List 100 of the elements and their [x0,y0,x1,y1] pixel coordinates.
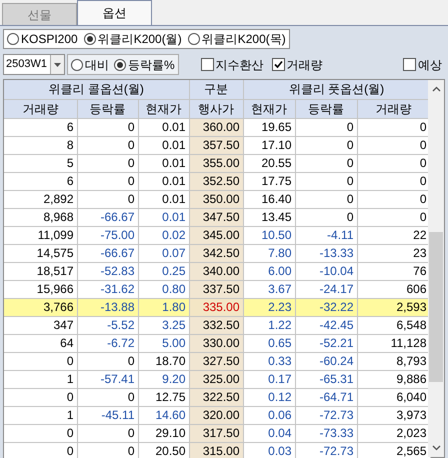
table-cell: 0.80 [138,280,190,298]
table-row[interactable]: 6 0 0.01 352.50 17.75 0 0 [4,172,430,190]
table-cell: 3,766 [4,298,77,316]
table-cell: -52.21 [295,334,358,352]
table-row[interactable]: 0 0 12.75 322.50 0.12 -64.71 6,040 [4,388,430,406]
table-cell: -42.45 [295,316,358,334]
table-cell: 6 [4,118,77,136]
table-cell: 0 [77,118,138,136]
table-cell: -52.83 [77,262,138,280]
table-cell: -31.62 [77,280,138,298]
table-row[interactable]: 18,517 -52.83 0.25 340.00 6.00 -10.04 76 [4,262,430,280]
table-cell: 0 [295,208,358,226]
table-row[interactable]: 5 0 0.01 355.00 20.55 0 0 [4,154,430,172]
checkbox-option[interactable]: 거래량 [272,56,323,74]
table-cell: 345.00 [189,226,244,244]
table-cell: 0 [77,172,138,190]
column-header: 등락률 [77,99,138,118]
table-cell: 327.50 [189,352,244,370]
radio-option[interactable]: KOSPI200 [7,30,78,48]
table-cell: 0.25 [138,262,190,280]
table-cell: -4.11 [295,226,358,244]
checkmark-icon [274,60,283,69]
table-cell: 322.50 [189,388,244,406]
table-cell: 340.00 [189,262,244,280]
table-cell: 0 [4,442,77,458]
table-cell: 20.55 [243,154,296,172]
table-cell: 15,966 [4,280,77,298]
table-cell: 0 [77,442,138,458]
radio-option[interactable]: 대비 [71,56,109,74]
scrollbar[interactable] [428,80,444,457]
table-row[interactable]: 0 0 29.10 317.50 0.04 -73.33 2,023 [4,424,430,442]
table-cell: 0.65 [243,334,296,352]
table-cell: 1.80 [138,298,190,316]
column-header: 등락률 [295,99,358,118]
table-cell: 317.50 [189,424,244,442]
table-cell: -73.33 [295,424,358,442]
table-row[interactable]: 2,892 0 0.01 350.00 16.40 0 0 [4,190,430,208]
table-cell: 5.00 [138,334,190,352]
expiry-select[interactable]: 2503W1 [3,54,65,75]
table-cell: 0 [295,172,358,190]
table-cell: 360.00 [189,118,244,136]
table-row[interactable]: 1 -45.11 14.60 320.00 0.06 -72.73 3,973 [4,406,430,424]
table-cell: 335.00 [189,298,244,316]
table-row[interactable]: 0 0 18.70 327.50 0.33 -60.24 8,793 [4,352,430,370]
table-cell: 347.50 [189,208,244,226]
checkbox-option[interactable]: 예상 [403,56,442,74]
table-cell: 352.50 [189,172,244,190]
table-cell: 332.50 [189,316,244,334]
radio-option[interactable]: 위클리K200(목) [188,30,286,48]
table-cell: 2,892 [4,190,77,208]
table-cell: 5 [4,154,77,172]
table-cell: -24.17 [295,280,358,298]
table-row[interactable]: 1 -57.41 9.20 325.00 0.17 -65.31 9,886 [4,370,430,388]
table-cell: -66.67 [77,208,138,226]
table-row[interactable]: 0 0 20.50 315.00 0.03 -72.73 2,565 [4,442,430,458]
table-cell: 0 [77,154,138,172]
table-cell: -13.88 [77,298,138,316]
table-cell: 355.00 [189,154,244,172]
radio-option[interactable]: 등락률% [114,56,175,74]
table-row[interactable]: 6 0 0.01 360.00 19.65 0 0 [4,118,430,136]
table-row[interactable]: 15,966 -31.62 0.80 337.50 3.67 -24.17 606 [4,280,430,298]
table-cell: 0.01 [138,208,190,226]
table-cell: 29.10 [138,424,190,442]
group-header: 구분 [189,80,244,99]
table-cell: 17.10 [243,136,296,154]
table-cell: 3.25 [138,316,190,334]
table-row[interactable]: 64 -6.72 5.00 330.00 0.65 -52.21 11,128 [4,334,430,352]
table-cell: 64 [4,334,77,352]
table-cell: 0.01 [138,118,190,136]
group-header: 위클리 콜옵션(월) [4,80,190,99]
table-cell: 350.00 [189,190,244,208]
checkbox-option[interactable]: 지수환산 [200,56,264,74]
table-cell: 17.75 [243,172,296,190]
table-cell: 337.50 [189,280,244,298]
table-cell: 347 [4,316,77,334]
table-cell: 7.80 [243,244,296,262]
table-row[interactable]: 14,575 -66.67 0.07 342.50 7.80 -13.33 23 [4,244,430,262]
table-row[interactable]: 11,099 -75.00 0.02 345.00 10.50 -4.11 22 [4,226,430,244]
table-row[interactable]: 3,766 -13.88 1.80 335.00 2.23 -32.22 2,593 [4,298,430,316]
table-cell: 6.00 [243,262,296,280]
table-cell: 0 [77,388,138,406]
table-cell: 0.06 [243,406,296,424]
table-cell: 0.01 [138,190,190,208]
column-header: 거래량 [4,99,77,118]
tab[interactable]: 옵션 [77,0,152,25]
table-cell: 11,099 [4,226,77,244]
table-cell: 330.00 [189,334,244,352]
table-cell: 0 [4,352,77,370]
table-cell: 8,968 [4,208,77,226]
table-row[interactable]: 347 -5.52 3.25 332.50 1.22 -42.45 6,548 [4,316,430,334]
scroll-down-icon[interactable] [432,445,440,451]
table-row[interactable]: 8 0 0.01 357.50 17.10 0 0 [4,136,430,154]
table-cell: -64.71 [295,388,358,406]
table-cell: -57.41 [77,370,138,388]
table-cell: 0 [295,154,358,172]
table-row[interactable]: 8,968 -66.67 0.01 347.50 13.45 0 0 [4,208,430,226]
scroll-up-icon[interactable] [432,86,440,92]
table-cell: 16.40 [243,190,296,208]
radio-option[interactable]: 위클리K200(월) [84,30,182,48]
scroll-thumb[interactable] [429,232,443,382]
